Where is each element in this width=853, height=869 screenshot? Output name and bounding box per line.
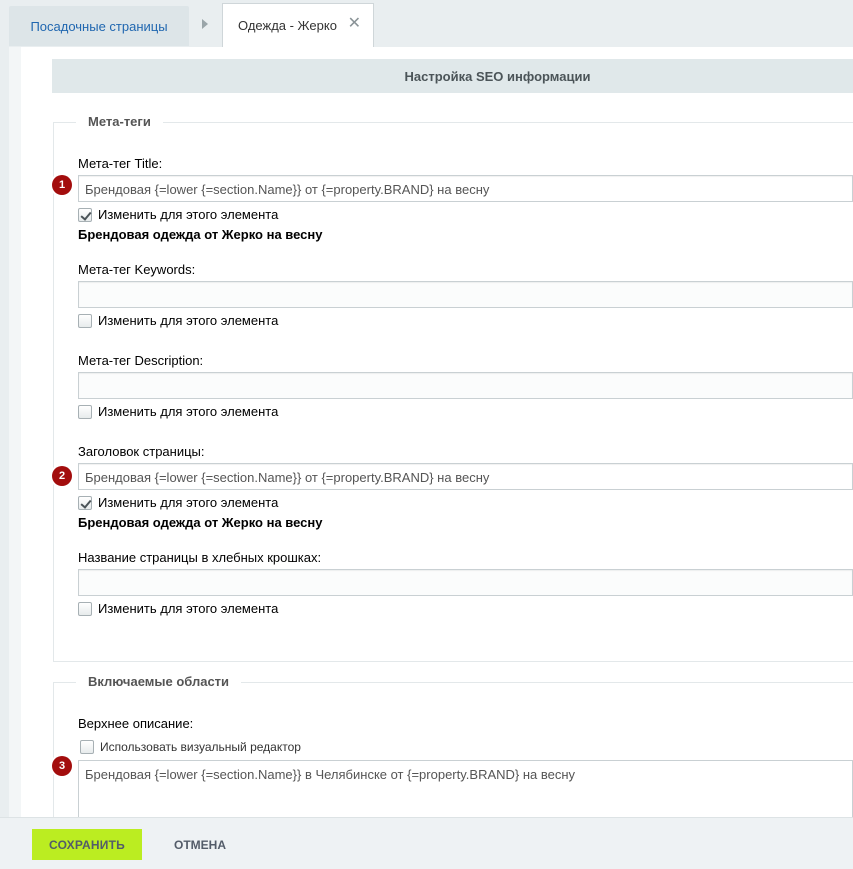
annotation-badge: 1 (52, 175, 72, 195)
meta-title-label: Мета-тег Title: (78, 156, 163, 171)
checkbox-label: Изменить для этого элемента (98, 495, 279, 510)
visual-editor-checkbox[interactable] (80, 740, 94, 754)
meta-title-preview: Брендовая одежда от Жерко на весну (78, 227, 323, 242)
fieldset-legend: Мета-теги (76, 114, 163, 129)
cancel-button[interactable]: ОТМЕНА (160, 829, 240, 860)
fieldset-legend: Включаемые области (76, 674, 242, 689)
meta-keywords-label: Мета-тег Keywords: (78, 262, 196, 277)
close-icon[interactable]: ✕ (348, 16, 361, 32)
page-heading-override-checkbox[interactable] (78, 496, 92, 510)
tab-label: Посадочные страницы (30, 18, 168, 34)
annotation-badge: 2 (52, 466, 72, 486)
meta-description-input[interactable] (78, 372, 853, 399)
breadcrumb-name-label: Название страницы в хлебных крошках: (78, 550, 322, 565)
annotation-badge: 3 (52, 756, 72, 776)
tab-label: Одежда - Жерко (238, 18, 337, 33)
page-heading-input[interactable]: Брендовая {=lower {=section.Name}} от {=… (78, 463, 853, 490)
tab-landing-pages[interactable]: Посадочные страницы (9, 6, 189, 46)
meta-keywords-override-checkbox[interactable] (78, 314, 92, 328)
top-description-textarea[interactable]: Брендовая {=lower {=section.Name}} в Чел… (78, 760, 853, 820)
panel-left-border (9, 47, 21, 817)
section-header: Настройка SEO информации (52, 59, 853, 93)
meta-keywords-input[interactable] (78, 281, 853, 308)
checkbox-label: Изменить для этого элемента (98, 404, 279, 419)
checkbox-label: Использовать визуальный редактор (100, 740, 301, 754)
section-title: Настройка SEO информации (404, 68, 591, 84)
page-heading-label: Заголовок страницы: (78, 444, 205, 459)
tab-bar: Посадочные страницы Одежда - Жерко ✕ (0, 0, 853, 48)
chevron-right-icon (202, 19, 208, 29)
meta-title-override-checkbox[interactable] (78, 208, 92, 222)
meta-description-label: Мета-тег Description: (78, 353, 204, 368)
checkbox-label: Изменить для этого элемента (98, 313, 279, 328)
breadcrumb-name-override-checkbox[interactable] (78, 602, 92, 616)
page-heading-preview: Брендовая одежда от Жерко на весну (78, 515, 323, 530)
top-description-label: Верхнее описание: (78, 716, 194, 731)
meta-description-override-checkbox[interactable] (78, 405, 92, 419)
save-button[interactable]: СОХРАНИТЬ (32, 829, 142, 860)
meta-title-input[interactable]: Брендовая {=lower {=section.Name}} от {=… (78, 175, 853, 202)
tab-current-element[interactable]: Одежда - Жерко ✕ (222, 3, 374, 47)
checkbox-label: Изменить для этого элемента (98, 207, 279, 222)
checkbox-label: Изменить для этого элемента (98, 601, 279, 616)
breadcrumb-name-input[interactable] (78, 569, 853, 596)
